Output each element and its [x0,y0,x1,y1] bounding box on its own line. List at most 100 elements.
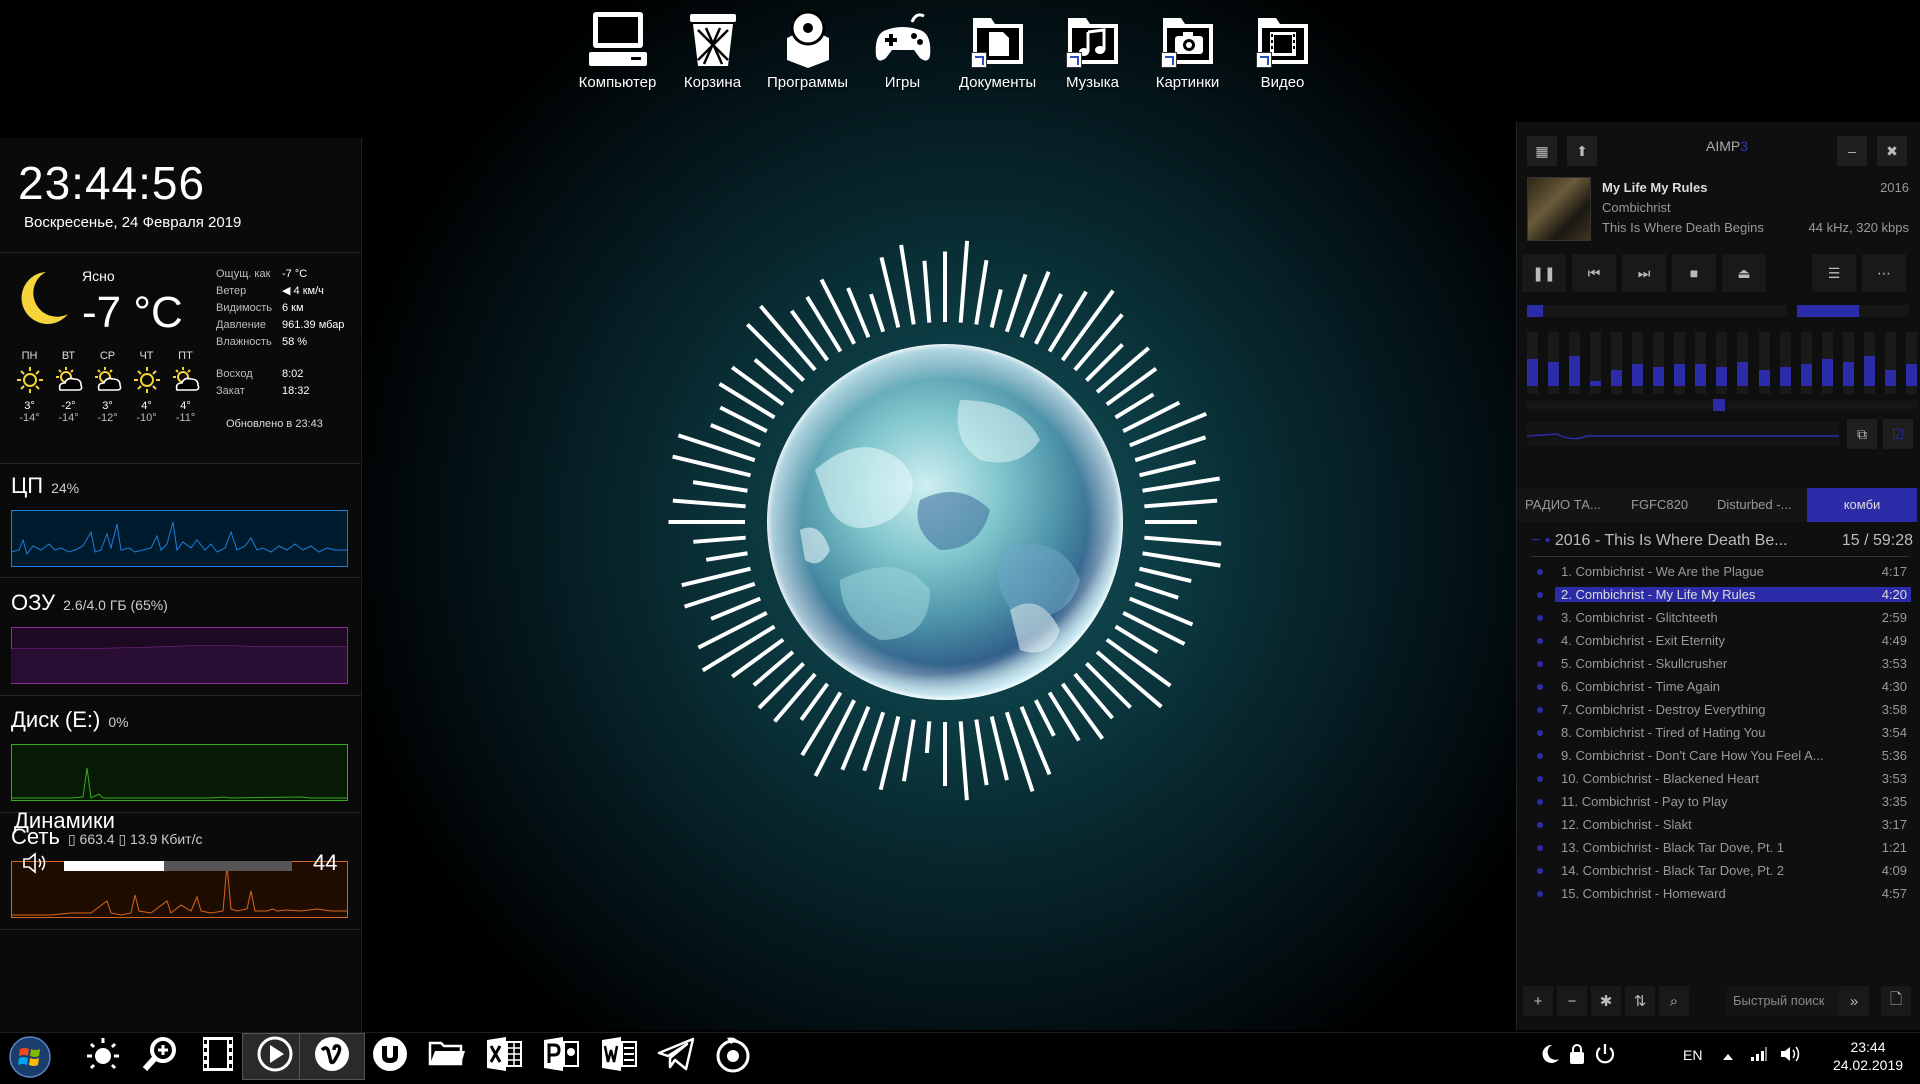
shortcut-programs[interactable]: Программы [760,6,855,91]
forecast-day: СР 3° -12° [88,350,127,424]
eq-band-slider[interactable] [1527,332,1538,394]
add-button[interactable]: + [1523,986,1553,1016]
playlist-menu-button[interactable]: ☰ [1812,254,1856,292]
shortcut-games[interactable]: Игры [855,6,950,91]
eq-band-slider[interactable] [1737,332,1749,394]
eq-band-slider[interactable] [1653,332,1665,394]
remove-button[interactable]: − [1557,986,1587,1016]
menu-grid-button[interactable]: ▦ [1527,136,1557,166]
playlist-row[interactable]: 1. Combichrist - We Are the Plague 4:17 [1531,560,1911,583]
shortcut-recycle-bin[interactable]: Корзина [665,6,760,91]
eq-band-slider[interactable] [1590,332,1602,394]
speaker-icon[interactable] [22,852,48,879]
file-button[interactable]: 🗋 [1881,986,1911,1016]
network-signal-icon[interactable] [1750,1046,1768,1067]
taskbar-button-powerpoint[interactable] [528,1033,594,1080]
minimize-icon: – [1848,143,1856,159]
playlist-row[interactable]: 14. Combichrist - Black Tar Dove, Pt. 2 4… [1531,859,1911,882]
taskbar-button-aimp[interactable] [700,1033,766,1080]
minus-icon: − [1567,992,1577,1010]
previous-button[interactable]: ⏮ [1572,254,1616,292]
weather-sun-icon [83,1034,123,1079]
playlist-row[interactable]: 12. Combichrist - Slakt 3:17 [1531,813,1911,836]
eq-band-slider[interactable] [1632,332,1644,394]
eq-band-slider[interactable] [1548,332,1560,394]
eq-band-slider[interactable] [1800,332,1812,394]
track-name: 4. Combichrist - Exit Eternity [1561,633,1725,648]
eq-band-slider[interactable] [1842,332,1854,394]
playlist-row[interactable]: 5. Combichrist - Skullcrusher 3:53 [1531,652,1911,675]
playlist-row[interactable]: 8. Combichrist - Tired of Hating You 3:54 [1531,721,1911,744]
playlist-row[interactable]: 11. Combichrist - Pay to Play 3:35 [1531,790,1911,813]
eq-band-slider[interactable] [1569,332,1581,394]
show-hidden-icons-chevron-icon[interactable] [1722,1049,1734,1067]
eq-band-slider[interactable] [1779,332,1791,394]
playlist-row[interactable]: 6. Combichrist - Time Again 4:30 [1531,675,1911,698]
language-indicator[interactable]: EN [1683,1047,1702,1063]
power-icon[interactable] [1594,1043,1616,1070]
playlist-group-header[interactable]: − • 2016 - This Is Where Death Be... 15 … [1531,532,1913,550]
playlist-tab[interactable]: Disturbed -... [1709,488,1807,522]
tray-clock[interactable]: 23:44 24.02.2019 [1830,1038,1906,1074]
start-button[interactable] [8,1035,52,1079]
visualizer-ray [974,259,989,325]
playlist-row[interactable]: 7. Combichrist - Destroy Everything 3:58 [1531,698,1911,721]
eq-band-slider[interactable] [1758,332,1770,394]
shortcut-documents[interactable]: Документы [950,6,1045,91]
volume-slider[interactable] [64,861,292,871]
eq-band-slider[interactable] [1884,332,1896,394]
eq-band-slider[interactable] [1695,332,1707,394]
eq-band-slider[interactable] [1905,332,1917,394]
player-volume-bar[interactable] [1797,305,1909,317]
taskbar-button-magnifier[interactable] [127,1033,193,1080]
search-button[interactable]: ⌕ [1659,986,1689,1016]
eq-band-slider[interactable] [1674,332,1686,394]
player-bottom-bar: + − ✱ ⇅ ⌕ Быстрый поиск » 🗋 [1517,986,1920,1020]
playlist-tab[interactable]: РАДИО ТА... [1517,488,1623,522]
sort-button[interactable]: ⇅ [1625,986,1655,1016]
stop-button[interactable]: ■ [1672,254,1716,292]
next-button[interactable]: ⏭ [1622,254,1666,292]
up-button[interactable]: ⬆ [1567,136,1597,166]
visualizer-ray [989,716,1009,781]
playlist-row[interactable]: 4. Combichrist - Exit Eternity 4:49 [1531,629,1911,652]
volume-tray-icon[interactable] [1780,1045,1802,1068]
pause-button[interactable]: ❚❚ [1522,254,1566,292]
shortcut-computer[interactable]: Компьютер [570,6,665,91]
eq-band-slider[interactable] [1716,332,1728,394]
moon-tray-icon[interactable] [1540,1043,1560,1070]
playlist-row[interactable]: 10. Combichrist - Blackened Heart 3:53 [1531,767,1911,790]
copy-button[interactable]: ⧉ [1847,419,1877,449]
more-button[interactable]: ⋯ [1862,254,1906,292]
playlist-row[interactable]: 15. Combichrist - Homeward 4:57 [1531,882,1911,905]
playlist-row[interactable]: 9. Combichrist - Don't Care How You Feel… [1531,744,1911,767]
eq-enable-checkbox[interactable]: ☑ [1883,419,1913,449]
playlist-row[interactable]: 13. Combichrist - Black Tar Dove, Pt. 1 1… [1531,836,1911,859]
eq-band-slider[interactable] [1863,332,1875,394]
close-button[interactable]: ✖ [1877,136,1907,166]
misc-button[interactable]: ✱ [1591,986,1621,1016]
eject-button[interactable]: ⏏ [1722,254,1766,292]
eq-band-slider[interactable] [1611,332,1623,394]
playlist: 1. Combichrist - We Are the Plague 4:17 2.… [1531,560,1911,905]
eq-band-slider[interactable] [1821,332,1833,394]
quick-search-input[interactable]: Быстрый поиск [1727,986,1841,1016]
vimeo-icon [312,1034,352,1079]
taskbar-button-vimeo[interactable] [299,1033,365,1080]
playlist-row[interactable]: 3. Combichrist - Glitchteeth 2:59 [1531,606,1911,629]
playlist-row[interactable]: 2. Combichrist - My Life My Rules 4:20 [1531,583,1911,606]
shortcut-music[interactable]: Музыка [1045,6,1140,91]
shortcut-video[interactable]: Видео [1235,6,1330,91]
balance-slider[interactable] [1527,399,1917,411]
seek-bar[interactable] [1527,305,1787,317]
group-summary: 15 / 59:28 [1841,532,1913,549]
lock-icon[interactable] [1568,1043,1586,1070]
minimize-button[interactable]: – [1837,136,1867,166]
balance-knob[interactable] [1713,399,1725,411]
equalizer[interactable] [1527,332,1917,394]
search-go-button[interactable]: » [1839,986,1869,1016]
playlist-tab[interactable]: FGFC820 [1623,488,1709,522]
playlist-tab-active[interactable]: комби [1807,488,1917,522]
sunset-label: Закат [216,385,245,397]
shortcut-pictures[interactable]: Картинки [1140,6,1235,91]
